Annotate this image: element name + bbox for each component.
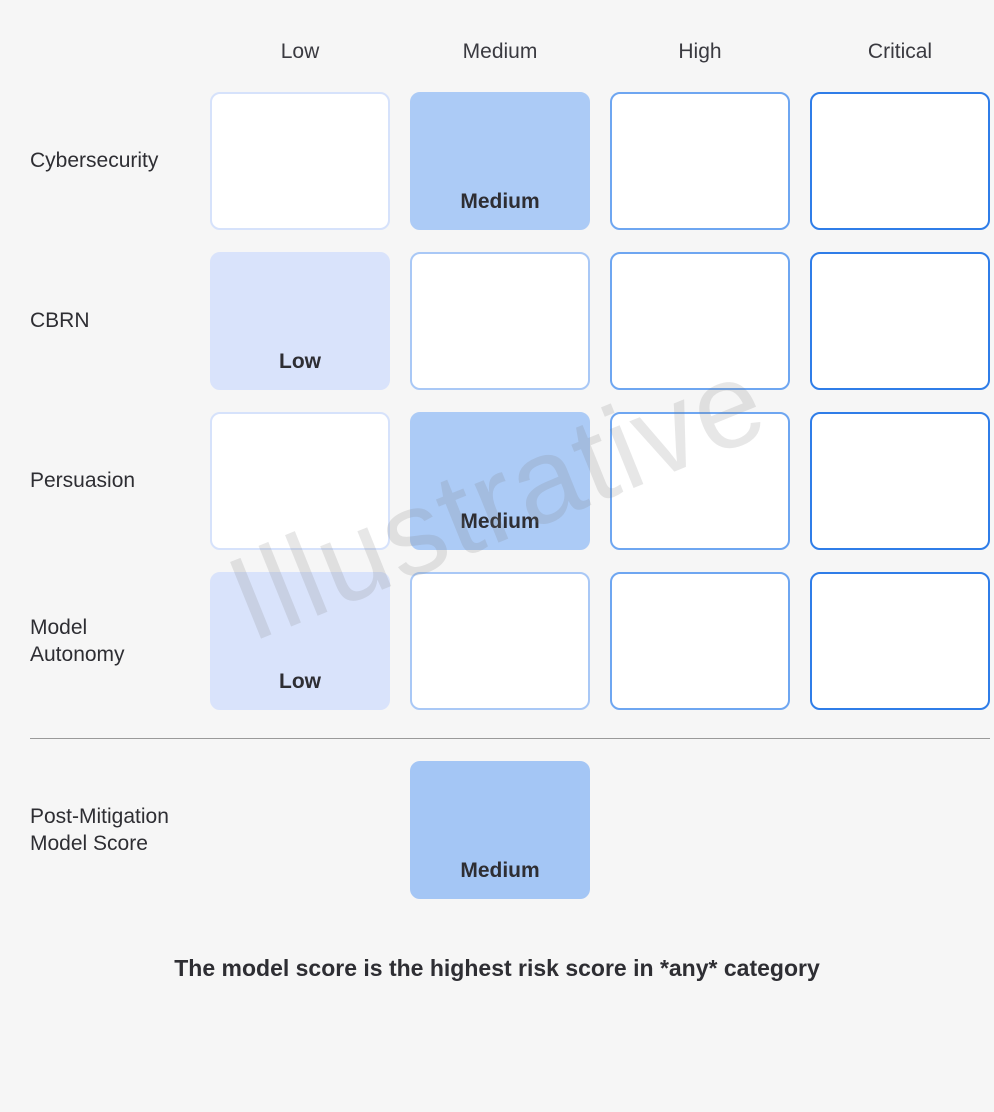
row-label-cbrn: CBRN (30, 252, 190, 390)
col-header-high: High (610, 40, 790, 70)
cell-cbrn-low: Low (210, 252, 390, 390)
row-label-model-autonomy: Model Autonomy (30, 572, 190, 710)
col-header-critical: Critical (810, 40, 990, 70)
cell-cybersecurity-medium: Medium (410, 92, 590, 230)
row-label-score: Post-Mitigation Model Score (30, 761, 190, 899)
cell-persuasion-low (210, 412, 390, 550)
cell-cbrn-high (610, 252, 790, 390)
cell-cybersecurity-low (210, 92, 390, 230)
row-label-cybersecurity: Cybersecurity (30, 92, 190, 230)
cell-cbrn-medium (410, 252, 590, 390)
cell-persuasion-critical (810, 412, 990, 550)
cell-cbrn-critical (810, 252, 990, 390)
scorecard-grid: Low Medium High Critical Cybersecurity M… (30, 40, 964, 899)
cell-cybersecurity-high (610, 92, 790, 230)
cell-model-autonomy-critical (810, 572, 990, 710)
cell-score-medium: Medium (410, 761, 590, 899)
row-label-persuasion: Persuasion (30, 412, 190, 550)
cell-model-autonomy-low: Low (210, 572, 390, 710)
cell-persuasion-medium: Medium (410, 412, 590, 550)
caption-text: The model score is the highest risk scor… (30, 955, 964, 982)
col-header-low: Low (210, 40, 390, 70)
col-header-medium: Medium (410, 40, 590, 70)
divider (30, 738, 990, 739)
cell-cybersecurity-critical (810, 92, 990, 230)
cell-persuasion-high (610, 412, 790, 550)
cell-model-autonomy-high (610, 572, 790, 710)
cell-model-autonomy-medium (410, 572, 590, 710)
